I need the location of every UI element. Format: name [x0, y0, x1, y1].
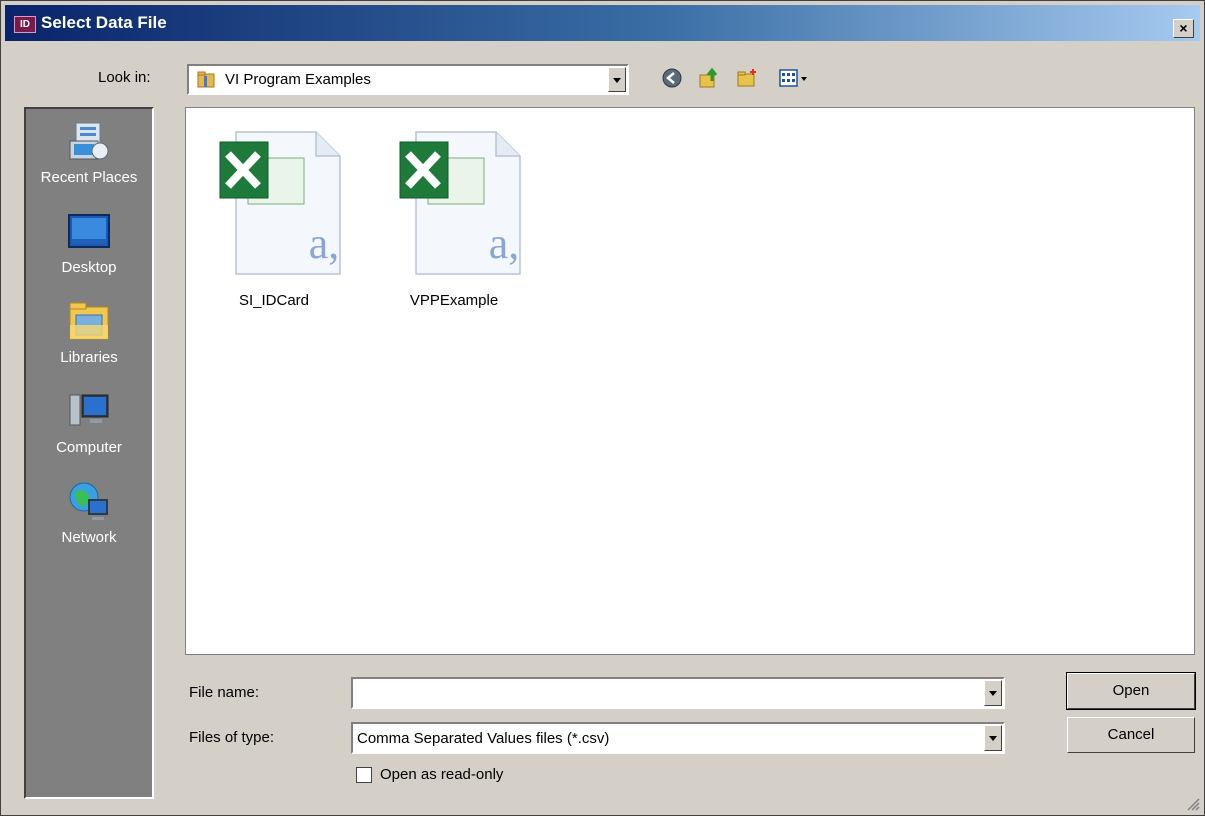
libraries-icon	[69, 302, 109, 340]
file-name-dropdown-button[interactable]	[984, 680, 1002, 706]
look-in-dropdown[interactable]: VI Program Examples	[187, 64, 629, 95]
place-computer[interactable]: Computer	[26, 389, 152, 456]
places-bar: Recent Places Desktop Libraries Computer…	[24, 107, 154, 799]
views-icon[interactable]	[778, 67, 812, 89]
back-icon[interactable]	[661, 67, 683, 89]
look-in-label: Look in:	[98, 69, 151, 86]
open-button[interactable]: Open	[1066, 672, 1196, 710]
file-item-si-idcard[interactable]: a, SI_IDCard	[194, 128, 354, 309]
new-folder-icon[interactable]	[736, 67, 758, 89]
resize-grip-icon[interactable]	[1184, 795, 1200, 811]
place-recent-places[interactable]: Recent Places	[26, 119, 152, 186]
network-icon	[69, 482, 108, 520]
file-name: SI_IDCard	[238, 292, 310, 309]
svg-text:a,: a,	[489, 219, 520, 268]
window-title: Select Data File	[41, 13, 167, 32]
open-read-only-label: Open as read-only	[380, 766, 504, 783]
up-folder-icon[interactable]	[698, 67, 720, 89]
files-of-type-dropdown[interactable]: Comma Separated Values files (*.csv)	[351, 722, 1005, 754]
file-item-vppexample[interactable]: a, VPPExample	[374, 128, 534, 309]
place-label: Desktop	[61, 259, 117, 276]
close-button[interactable]: ×	[1173, 19, 1194, 38]
file-name-input[interactable]	[351, 677, 1005, 709]
select-data-file-dialog: ID Select Data File × Look in: VI Progra…	[0, 0, 1205, 816]
place-desktop[interactable]: Desktop	[26, 209, 152, 276]
open-read-only-checkbox[interactable]	[356, 767, 372, 783]
files-of-type-dropdown-button[interactable]	[984, 725, 1002, 751]
files-of-type-value: Comma Separated Values files (*.csv)	[357, 730, 610, 747]
svg-text:a,: a,	[309, 219, 340, 268]
place-libraries[interactable]: Libraries	[26, 299, 152, 366]
file-list[interactable]: a, SI_IDCard a, VPPExample	[185, 107, 1195, 655]
title-bar[interactable]: ID Select Data File ×	[5, 5, 1200, 41]
csv-file-icon: a,	[219, 131, 341, 275]
file-name: VPPExample	[409, 292, 499, 309]
files-of-type-label: Files of type:	[189, 729, 275, 746]
place-label: Libraries	[60, 349, 118, 366]
file-name-label: File name:	[189, 684, 260, 701]
place-label: Computer	[56, 439, 122, 456]
app-icon: ID	[14, 16, 36, 33]
place-label: Recent Places	[40, 169, 138, 186]
recent-places-icon	[69, 122, 109, 160]
look-in-value: VI Program Examples	[225, 71, 371, 88]
desktop-icon	[68, 214, 110, 248]
look-in-dropdown-button[interactable]	[608, 67, 626, 92]
cancel-button[interactable]: Cancel	[1067, 717, 1195, 753]
csv-file-icon: a,	[399, 131, 521, 275]
folder-icon	[197, 71, 215, 88]
place-network[interactable]: Network	[26, 479, 152, 546]
computer-icon	[69, 394, 109, 426]
place-label: Network	[61, 529, 117, 546]
